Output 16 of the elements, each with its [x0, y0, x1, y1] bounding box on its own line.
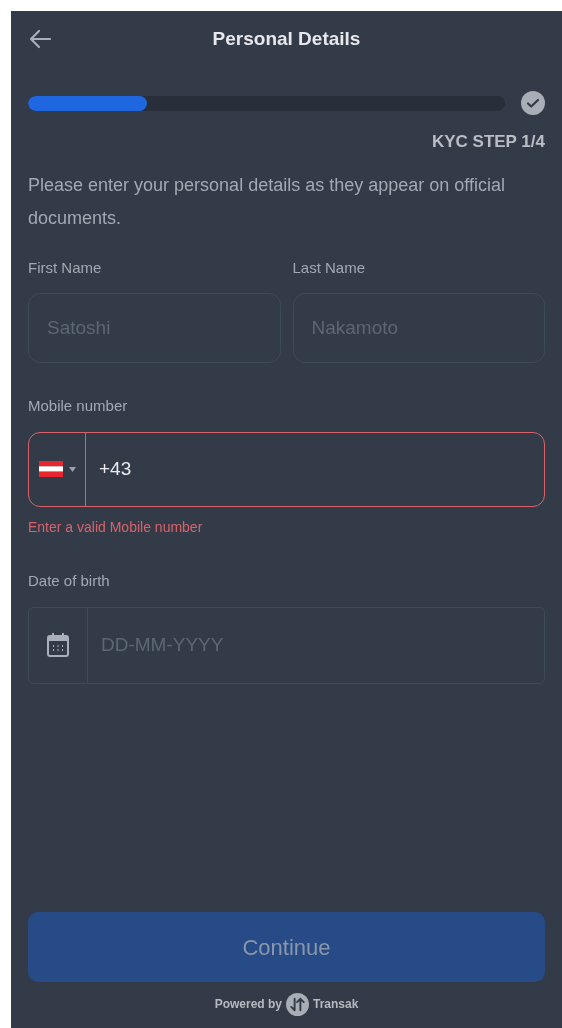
field-label: Last Name — [292, 257, 367, 277]
field-label: First Name — [28, 257, 103, 277]
error-message: Enter a valid Mobile number — [28, 517, 204, 537]
page-title: Personal Details — [212, 26, 361, 51]
step-label: KYC STEP 1/4 — [431, 131, 545, 153]
field-label: Mobile number — [28, 395, 129, 415]
brand-name: Transak — [313, 996, 359, 1013]
back-arrow-icon[interactable] — [28, 29, 52, 49]
arrows-logo-icon — [286, 992, 309, 1016]
caret-icon — [68, 466, 76, 472]
flag-icon — [38, 461, 63, 477]
calendar-icon[interactable] — [47, 633, 69, 657]
intro-text: Please enter your personal details as they appear on official documents. — [28, 173, 506, 230]
powered-by-text: Powered by — [214, 996, 282, 1013]
field-label: Date of birth — [28, 570, 111, 590]
check-circle-icon — [521, 91, 545, 115]
